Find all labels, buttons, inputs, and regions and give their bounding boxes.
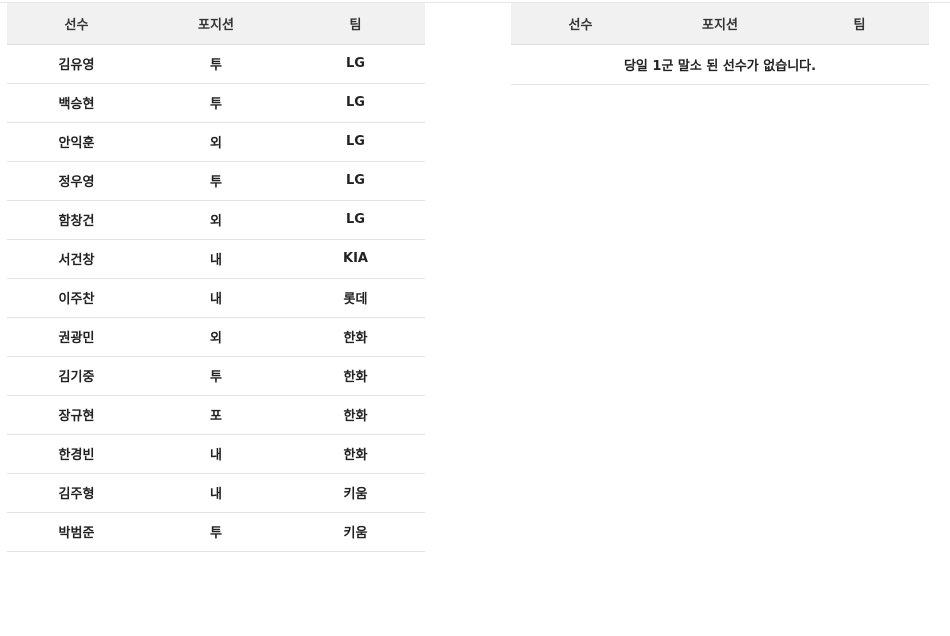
table-row: 박범준 투 키움	[7, 512, 425, 552]
player-cell: 이주찬	[7, 278, 146, 318]
table-row: 백승현 투 LG	[7, 83, 425, 123]
registered-players-table: 선수 포지션 팀 김유영 투 LG 백승현 투 LG 안익훈 외 LG 정우영 투 LG 함창건 외 LG 서…	[7, 3, 425, 552]
team-cell: LG	[286, 161, 425, 201]
empty-row: 당일 1군 말소 된 선수가 없습니다.	[511, 44, 929, 85]
player-cell: 정우영	[7, 161, 146, 201]
team-cell: 키움	[286, 473, 425, 513]
table-header-row: 선수 포지션 팀	[511, 3, 929, 45]
table-row: 권광민 외 한화	[7, 317, 425, 357]
header-player: 선수	[511, 3, 650, 45]
table-row: 김주형 내 키움	[7, 473, 425, 513]
table-row: 김유영 투 LG	[7, 44, 425, 84]
player-cell: 서건창	[7, 239, 146, 279]
table-row: 한경빈 내 한화	[7, 434, 425, 474]
header-team: 팀	[790, 3, 929, 45]
team-cell: 롯데	[286, 278, 425, 318]
position-cell: 투	[146, 356, 286, 396]
player-cell: 김주형	[7, 473, 146, 513]
position-cell: 투	[146, 161, 286, 201]
header-position: 포지션	[146, 3, 286, 45]
table-row: 이주찬 내 롯데	[7, 278, 425, 318]
player-cell: 안익훈	[7, 122, 146, 162]
team-cell: KIA	[286, 239, 425, 279]
position-cell: 투	[146, 512, 286, 552]
empty-message: 당일 1군 말소 된 선수가 없습니다.	[511, 44, 929, 85]
table-row: 안익훈 외 LG	[7, 122, 425, 162]
position-cell: 외	[146, 200, 286, 240]
header-position: 포지션	[650, 3, 790, 45]
table-row: 함창건 외 LG	[7, 200, 425, 240]
position-cell: 투	[146, 44, 286, 84]
registered-players-body: 김유영 투 LG 백승현 투 LG 안익훈 외 LG 정우영 투 LG 함창건 외 LG 서건창 내 KIA 이주찬…	[7, 44, 425, 552]
team-cell: 한화	[286, 356, 425, 396]
player-cell: 함창건	[7, 200, 146, 240]
position-cell: 내	[146, 473, 286, 513]
team-cell: LG	[286, 122, 425, 162]
position-cell: 투	[146, 83, 286, 123]
position-cell: 내	[146, 278, 286, 318]
table-row: 서건창 내 KIA	[7, 239, 425, 279]
team-cell: 한화	[286, 317, 425, 357]
position-cell: 포	[146, 395, 286, 435]
team-cell: 한화	[286, 395, 425, 435]
team-cell: 한화	[286, 434, 425, 474]
team-cell: LG	[286, 44, 425, 84]
table-header-row: 선수 포지션 팀	[7, 3, 425, 45]
position-cell: 외	[146, 122, 286, 162]
team-cell: LG	[286, 83, 425, 123]
player-cell: 백승현	[7, 83, 146, 123]
header-player: 선수	[7, 3, 146, 45]
player-cell: 한경빈	[7, 434, 146, 474]
position-cell: 내	[146, 434, 286, 474]
table-row: 김기중 투 한화	[7, 356, 425, 396]
table-row: 정우영 투 LG	[7, 161, 425, 201]
deregistered-players-table: 선수 포지션 팀 당일 1군 말소 된 선수가 없습니다.	[511, 3, 929, 85]
team-cell: LG	[286, 200, 425, 240]
header-team: 팀	[286, 3, 425, 45]
team-cell: 키움	[286, 512, 425, 552]
player-cell: 김기중	[7, 356, 146, 396]
player-cell: 장규현	[7, 395, 146, 435]
table-row: 장규현 포 한화	[7, 395, 425, 435]
player-cell: 권광민	[7, 317, 146, 357]
position-cell: 내	[146, 239, 286, 279]
player-cell: 김유영	[7, 44, 146, 84]
player-cell: 박범준	[7, 512, 146, 552]
position-cell: 외	[146, 317, 286, 357]
